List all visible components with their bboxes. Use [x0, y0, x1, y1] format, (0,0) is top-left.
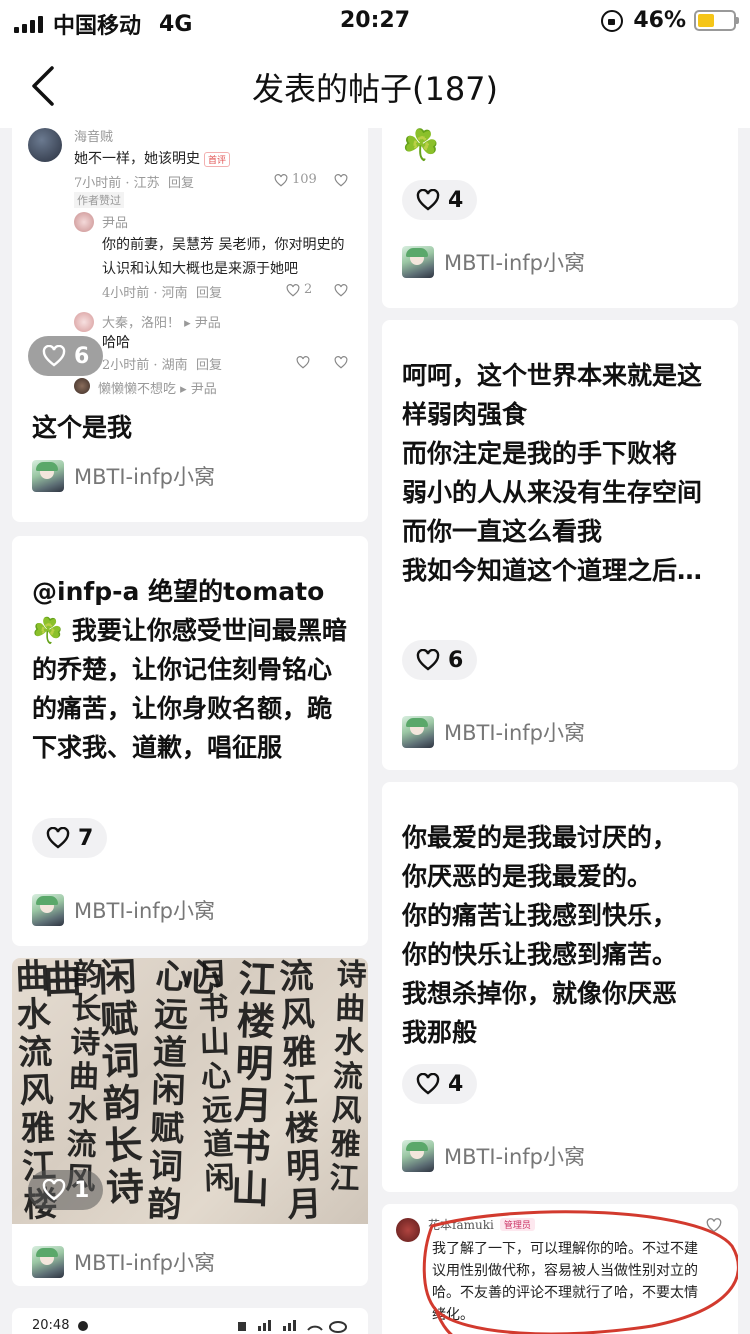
post-text: 这个是我 — [32, 413, 133, 442]
comment-user: 懒懒懒不想吃 ▸ 尹品 — [98, 382, 217, 397]
like-count: 4 — [448, 187, 464, 213]
like-count: 6 — [448, 647, 464, 673]
heart-outline-icon — [296, 356, 310, 369]
post-author[interactable]: MBTI-infp小窝 — [32, 460, 215, 492]
post-author[interactable]: MBTI-infp小窝 — [402, 1140, 585, 1172]
post-author[interactable]: MBTI-infp小窝 — [32, 894, 215, 926]
comment-user: 尹品 — [102, 216, 129, 231]
like-count: 7 — [78, 825, 94, 851]
post-card[interactable]: ☘️ 4 MBTI-infp小窝 — [382, 128, 738, 308]
comment-likes: 109 — [292, 172, 317, 187]
comment-reply: 回复 — [196, 286, 223, 301]
like-button[interactable]: 4 — [402, 180, 478, 220]
dislike-icon — [334, 356, 348, 369]
like-count: 1 — [74, 1177, 90, 1203]
author-avatar — [32, 1246, 64, 1278]
status-time: 20:48 — [32, 1318, 70, 1333]
calligraphy-column: 诗曲水流风雅江 — [322, 958, 367, 1197]
author-avatar — [32, 460, 64, 492]
post-text: @infp-a 绝望的tomato ☘️ 我要让你感受世间最黑暗的乔楚，让你记住… — [32, 577, 347, 762]
like-button[interactable]: 4 — [402, 1064, 478, 1104]
post-card[interactable]: 呵呵，这个世界本来就是这样弱肉强食 而你注定是我的手下败将 弱小的人从来没有生存… — [382, 320, 738, 770]
like-count: 6 — [74, 343, 90, 369]
post-text: 你最爱的是我最讨厌的， 你厌恶的是我最爱的。 你的痛苦让我感到快乐， 你的快乐让… — [402, 823, 678, 1047]
post-card[interactable]: 20:48 — [12, 1308, 368, 1334]
battery-percent: 46% — [633, 8, 686, 33]
calligraphy-column: 韵长诗曲水流风 — [58, 958, 103, 1197]
author-name: MBTI-infp小窝 — [444, 1145, 585, 1169]
avatar — [74, 212, 94, 232]
dislike-icon — [334, 284, 348, 297]
comment-user: 海音贼 — [74, 130, 114, 145]
author-name: MBTI-infp小窝 — [74, 1251, 215, 1275]
author-name: MBTI-infp小窝 — [444, 721, 585, 745]
comment-meta: 4小时前 · 河南 — [102, 286, 188, 301]
comment-text: 哈哈 — [102, 335, 130, 351]
comment-reply: 回复 — [196, 358, 223, 373]
like-count: 4 — [448, 1071, 464, 1097]
comment-meta: 2小时前 · 湖南 — [102, 358, 188, 373]
nav-bar: 发表的帖子(187) — [0, 44, 750, 128]
penguin-icon — [78, 1320, 89, 1331]
post-card[interactable]: 海音贼 她不一样，她该明史 首评 7小时前 · 江苏 回复 109 作者赞过 尹品… — [12, 128, 368, 522]
comment-likes: 2 — [304, 282, 313, 297]
calligraphy-column: 月书山心远道闲 — [190, 958, 235, 1197]
like-button[interactable]: 1 — [28, 1170, 104, 1210]
heart-icon — [42, 1179, 66, 1201]
author-name: MBTI-infp小窝 — [74, 899, 215, 923]
author-name: MBTI-infp小窝 — [74, 465, 215, 489]
comment-text: 你的前妻，吴慧芳 吴老师，你对明史的 — [102, 237, 345, 253]
status-bar: 中国移动 4G 20:27 46% — [0, 0, 750, 44]
orientation-lock-icon — [601, 9, 624, 32]
post-image: 20:48 — [32, 1318, 89, 1333]
comment-text: 她不一样，她该明史 首评 — [74, 148, 231, 168]
heart-icon — [416, 649, 440, 671]
hot-tag: 首评 — [204, 152, 231, 167]
author-avatar — [402, 246, 434, 278]
clover-icon: ☘️ — [402, 128, 440, 163]
like-button[interactable]: 7 — [32, 818, 108, 858]
comment-user: 大秦，洛阳！ ▸ 尹品 — [102, 316, 221, 331]
avatar — [74, 378, 90, 394]
comment-text: 认识和认知大概也是来源于她吧 — [102, 261, 298, 277]
post-text: 呵呵，这个世界本来就是这样弱肉强食 而你注定是我的手下败将 弱小的人从来没有生存… — [402, 361, 703, 585]
author-tag: 作者赞过 — [74, 192, 124, 208]
heart-outline-icon — [286, 284, 300, 297]
battery-icon — [694, 10, 739, 31]
like-button[interactable]: 6 — [402, 640, 478, 680]
post-card[interactable]: 诗曲水流风雅江 流风雅江楼明月 江楼明月书山心 月书山心远道闲 心远道闲赋词韵 闲赋词韵长… — [12, 958, 368, 1286]
post-card[interactable]: 花本famuki 管理员 我了解了一下，可以理解你的哈。不过不建议用性别做代称，… — [382, 1204, 738, 1334]
heart-icon — [416, 1073, 440, 1095]
post-author[interactable]: MBTI-infp小窝 — [32, 1246, 215, 1278]
heart-icon — [46, 827, 70, 849]
dislike-icon — [334, 174, 348, 187]
post-author[interactable]: MBTI-infp小窝 — [402, 246, 585, 278]
status-right: 46% — [601, 8, 739, 33]
post-feed[interactable]: 海音贼 她不一样，她该明史 首评 7小时前 · 江苏 回复 109 作者赞过 尹品… — [0, 128, 750, 1334]
post-card[interactable]: 你最爱的是我最讨厌的， 你厌恶的是我最爱的。 你的痛苦让我感到快乐， 你的快乐让… — [382, 782, 738, 1192]
post-author[interactable]: MBTI-infp小窝 — [402, 716, 585, 748]
like-button[interactable]: 6 — [28, 336, 104, 376]
heart-outline-icon — [274, 174, 288, 187]
heart-icon — [42, 345, 66, 367]
post-card[interactable]: @infp-a 绝望的tomato ☘️ 我要让你感受世间最黑暗的乔楚，让你记住… — [12, 536, 368, 946]
author-avatar — [402, 716, 434, 748]
heart-icon — [416, 189, 440, 211]
author-avatar — [32, 894, 64, 926]
comment-reply: 回复 — [168, 176, 195, 191]
page-title: 发表的帖子(187) — [251, 70, 499, 108]
status-icons — [238, 1320, 347, 1333]
avatar — [74, 312, 94, 332]
red-circle-annotation — [422, 1210, 738, 1334]
avatar — [28, 128, 62, 162]
author-avatar — [402, 1140, 434, 1172]
author-name: MBTI-infp小窝 — [444, 251, 585, 275]
comment-meta: 7小时前 · 江苏 — [74, 176, 160, 191]
